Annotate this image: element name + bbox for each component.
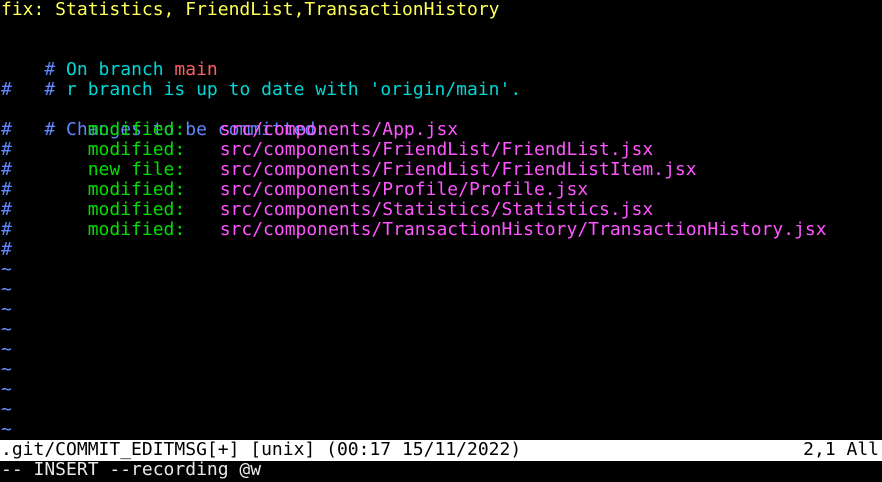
comment-empty-line: # [1,79,12,100]
change-line: # modified: src/components/Statistics/Sta… [1,200,653,220]
empty-line-marker: ~ [1,279,12,300]
change-path: src/components/Profile/Profile.jsx [219,179,589,200]
comment-hash: # [44,79,67,100]
change-line: # modified: src/components/TransactionHis… [1,220,827,240]
command-line: -- INSERT --recording @w [1,459,262,480]
change-path: src/components/App.jsx [219,119,459,140]
change-line: # new file: src/components/FriendList/Fri… [1,160,697,180]
empty-line-marker: ~ [1,259,12,280]
comment-empty-line: # [1,239,12,260]
branch-line: # On branch main [1,40,217,80]
change-line: # modified: src/components/App.jsx [1,120,458,140]
comment-hash: # [1,119,12,140]
change-status: modified: [87,119,186,140]
upstream-status: r branch is up to date with 'origin/main… [66,79,522,100]
commit-summary-line[interactable]: fix: Statistics, FriendList,TransactionH… [1,0,500,20]
empty-line-marker: ~ [1,419,12,440]
empty-line-marker: ~ [1,319,12,340]
comment-hash: # [1,159,12,180]
change-status: modified: [87,199,186,220]
change-line: # modified: src/components/FriendList/Fri… [1,140,653,160]
empty-line-marker: ~ [1,339,12,360]
change-path: src/components/TransactionHistory/Transa… [219,219,827,240]
status-file-info: .git/COMMIT_EDITMSG[+] [unix] (00:17 15/… [1,439,522,460]
comment-hash: # [1,179,12,200]
vim-editor[interactable]: fix: Statistics, FriendList,TransactionH… [0,0,882,482]
change-status: modified: [87,179,186,200]
change-line: # modified: src/components/Profile/Profil… [1,180,588,200]
change-status: new file: [87,159,186,180]
empty-line-marker: ~ [1,399,12,420]
comment-hash: # [1,199,12,220]
empty-line-marker: ~ [1,379,12,400]
change-path: src/components/FriendList/FriendList.jsx [219,139,654,160]
empty-line-marker: ~ [1,359,12,380]
change-path: src/components/FriendList/FriendListItem… [219,159,697,180]
change-status: modified: [87,219,186,240]
status-cursor-position: 2,1 All [803,439,879,460]
change-status: modified: [87,139,186,160]
upstream-line: # r branch is up to date with 'origin/ma… [1,60,521,100]
status-bar: .git/COMMIT_EDITMSG[+] [unix] (00:17 15/… [0,440,882,461]
empty-line-marker: ~ [1,299,12,320]
change-path: src/components/Statistics/Statistics.jsx [219,199,654,220]
comment-hash: # [1,219,12,240]
comment-hash: # [1,139,12,160]
changes-header-line: # Changes to be committed: [1,100,326,140]
